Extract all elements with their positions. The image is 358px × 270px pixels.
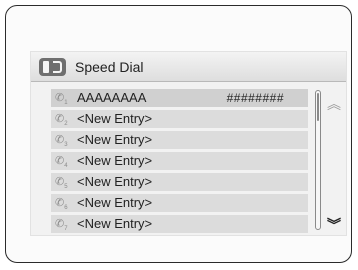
phone-icon: ✆2 xyxy=(55,113,68,128)
page-title: Speed Dial xyxy=(75,59,144,75)
phone-icon: ✆4 xyxy=(55,155,68,170)
speed-dial-row-4[interactable]: ✆4 <New Entry> xyxy=(51,152,308,170)
entry-name: <New Entry> xyxy=(77,216,153,231)
entry-name: AAAAAAAA xyxy=(77,90,147,105)
speed-dial-row-7[interactable]: ✆7 <New Entry> xyxy=(51,215,308,233)
scrollbar[interactable] xyxy=(315,90,321,230)
speed-dial-screen: Speed Dial ✆1 AAAAAAAA ######## ✆2 <New … xyxy=(30,51,347,236)
entry-number: ######## xyxy=(226,91,284,105)
phone-icon: ✆1 xyxy=(55,92,68,107)
speed-dial-list: ✆1 AAAAAAAA ######## ✆2 <New Entry> ✆3 <… xyxy=(51,89,308,236)
entry-name: <New Entry> xyxy=(77,195,153,210)
phone-icon: ✆6 xyxy=(55,197,68,212)
phone-book-icon xyxy=(39,58,66,76)
speed-dial-row-2[interactable]: ✆2 <New Entry> xyxy=(51,110,308,128)
speed-dial-row-6[interactable]: ✆6 <New Entry> xyxy=(51,194,308,212)
phone-icon: ✆7 xyxy=(55,218,68,233)
entry-name: <New Entry> xyxy=(77,132,153,147)
entry-name: <New Entry> xyxy=(77,174,153,189)
speed-dial-row-5[interactable]: ✆5 <New Entry> xyxy=(51,173,308,191)
phone-icon: ✆3 xyxy=(55,134,68,149)
speed-dial-row-3[interactable]: ✆3 <New Entry> xyxy=(51,131,308,149)
double-chevron-down-icon[interactable]: ︾ xyxy=(326,215,342,235)
scrollbar-thumb[interactable] xyxy=(317,93,319,121)
entry-name: <New Entry> xyxy=(77,111,153,126)
entry-name: <New Entry> xyxy=(77,153,153,168)
header-bar: Speed Dial xyxy=(31,52,346,82)
device-frame: Speed Dial ✆1 AAAAAAAA ######## ✆2 <New … xyxy=(5,5,352,263)
phone-icon: ✆5 xyxy=(55,176,68,191)
book-shape xyxy=(53,61,62,73)
phone-handset-shape xyxy=(43,61,49,73)
speed-dial-row-1[interactable]: ✆1 AAAAAAAA ######## xyxy=(51,89,308,107)
double-chevron-up-icon[interactable]: ︽ xyxy=(326,94,342,114)
